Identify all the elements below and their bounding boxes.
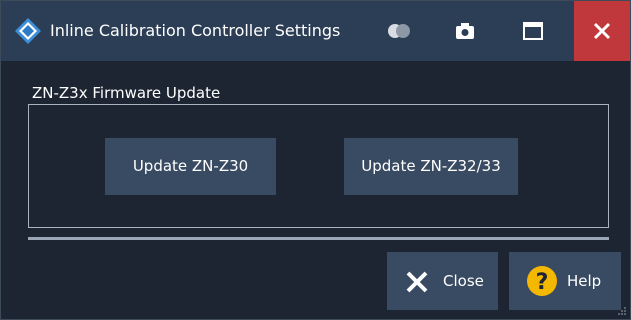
maximize-icon[interactable]: [522, 21, 544, 41]
update-zn-z30-button[interactable]: Update ZN-Z30: [105, 138, 276, 195]
rs-logo-icon: [15, 18, 41, 44]
close-icon: [593, 22, 611, 40]
window-close-button[interactable]: [574, 1, 630, 61]
dialog-window: Inline Calibration Controller Settings Z…: [0, 0, 631, 320]
svg-text:?: ?: [536, 270, 549, 295]
help-button-label: Help: [567, 272, 602, 290]
close-button-label: Close: [443, 272, 484, 290]
window-title: Inline Calibration Controller Settings: [50, 21, 341, 40]
resize-grip-icon[interactable]: [617, 306, 627, 316]
toggle-icon[interactable]: [384, 22, 414, 40]
x-icon: [406, 271, 428, 293]
separator: [28, 237, 609, 240]
camera-icon[interactable]: [454, 21, 476, 41]
update-zn-z32-33-button[interactable]: Update ZN-Z32/33: [344, 138, 518, 195]
help-button[interactable]: ? Help: [509, 252, 621, 310]
question-icon: ?: [527, 266, 557, 296]
group-label: ZN-Z3x Firmware Update: [32, 84, 221, 102]
title-bar[interactable]: Inline Calibration Controller Settings: [1, 1, 630, 61]
close-button[interactable]: Close: [387, 252, 498, 310]
